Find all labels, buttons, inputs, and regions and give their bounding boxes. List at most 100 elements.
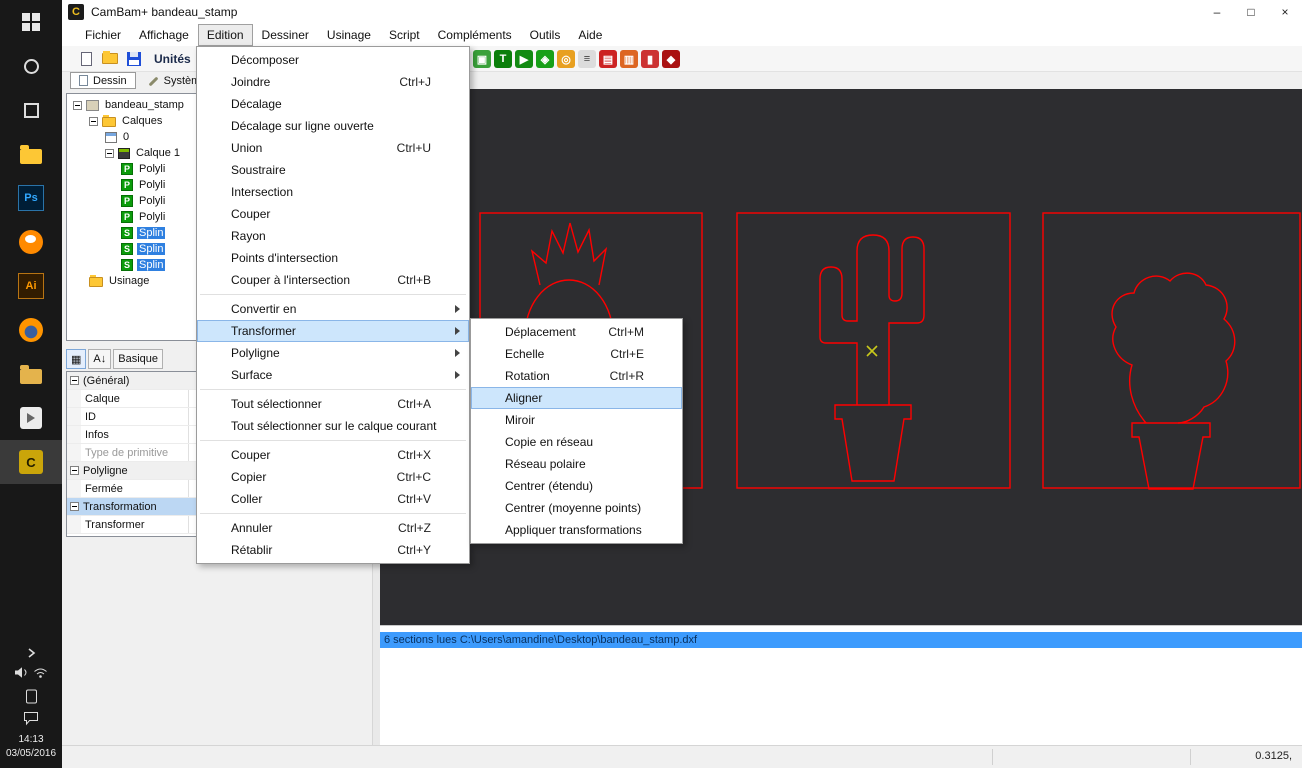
menu-item-d-placement[interactable]: DéplacementCtrl+M [471, 321, 682, 343]
collapse-expander-icon[interactable] [105, 149, 114, 158]
menu-item-echelle[interactable]: EchelleCtrl+E [471, 343, 682, 365]
device-icon[interactable] [25, 689, 38, 704]
close-button[interactable]: × [1268, 0, 1302, 24]
menu-usinage[interactable]: Usinage [318, 24, 380, 46]
menu-item-union[interactable]: UnionCtrl+U [197, 137, 469, 159]
toolbar-icon-9[interactable]: ▮ [641, 50, 659, 68]
toolbar-icon-10[interactable]: ◆ [662, 50, 680, 68]
tree-item-label: Calque 1 [134, 147, 182, 159]
cambam-taskbar-icon[interactable]: C [0, 440, 62, 484]
menu-item-transformer[interactable]: Transformer [197, 320, 469, 342]
toolbar-icon-1[interactable]: ▣ [473, 50, 491, 68]
menu-item-polyligne[interactable]: Polyligne [197, 342, 469, 364]
volume-icon[interactable] [14, 666, 29, 682]
menu-item-joindre[interactable]: JoindreCtrl+J [197, 71, 469, 93]
menu-item-copier[interactable]: CopierCtrl+C [197, 466, 469, 488]
categorized-view-button[interactable]: ▦ [66, 349, 86, 369]
document-icon [86, 100, 99, 111]
menu-item-r-tablir[interactable]: RétablirCtrl+Y [197, 539, 469, 561]
cactus-pot-outline[interactable] [835, 405, 911, 481]
menu-aide[interactable]: Aide [569, 24, 611, 46]
toolbar-icon-2[interactable]: T [494, 50, 512, 68]
menu-item-miroir[interactable]: Miroir [471, 409, 682, 431]
menu-item-d-calage-sur-ligne-ouverte[interactable]: Décalage sur ligne ouverte [197, 115, 469, 137]
prickly-pear-pot-outline[interactable] [1132, 423, 1210, 489]
unites-label[interactable]: Unités [154, 52, 191, 66]
menu-item-couper[interactable]: Couper [197, 203, 469, 225]
menu-item-couper[interactable]: CouperCtrl+X [197, 444, 469, 466]
toolbar-icon-6[interactable]: ≡ [578, 50, 596, 68]
blender-icon[interactable] [0, 220, 62, 264]
toolbar-icon-4[interactable]: ◈ [536, 50, 554, 68]
cactus-outline[interactable] [820, 235, 924, 405]
file-explorer-icon[interactable] [0, 132, 62, 176]
menu-item-aligner[interactable]: Aligner [471, 387, 682, 409]
menu-item-convertir-en[interactable]: Convertir en [197, 298, 469, 320]
minimize-button[interactable]: – [1200, 0, 1234, 24]
windows-taskbar: Ps Ai C 14:13 03/05/2016 [0, 0, 62, 768]
media-app-icon[interactable] [0, 396, 62, 440]
menu-item-tout-s-lectionner[interactable]: Tout sélectionnerCtrl+A [197, 393, 469, 415]
pineapple-crown-outline[interactable] [532, 223, 606, 285]
menu-shortcut: Ctrl+C [371, 470, 459, 484]
menu-item-points-d-intersection[interactable]: Points d'intersection [197, 247, 469, 269]
menu-item-soustraire[interactable]: Soustraire [197, 159, 469, 181]
menu-item-intersection[interactable]: Intersection [197, 181, 469, 203]
menu-item-couper-l-intersection[interactable]: Couper à l'intersectionCtrl+B [197, 269, 469, 291]
firefox-icon[interactable] [0, 308, 62, 352]
task-view-icon[interactable] [0, 88, 62, 132]
menu-item-d-calage[interactable]: Décalage [197, 93, 469, 115]
menu-script[interactable]: Script [380, 24, 429, 46]
menu-fichier[interactable]: Fichier [76, 24, 130, 46]
collapse-expander-icon[interactable] [70, 466, 79, 475]
menu-item-surface[interactable]: Surface [197, 364, 469, 386]
menu-item-coller[interactable]: CollerCtrl+V [197, 488, 469, 510]
menu-dessiner[interactable]: Dessiner [253, 24, 318, 46]
toolbar-icon-3[interactable]: ▶ [515, 50, 533, 68]
collapse-expander-icon[interactable] [73, 101, 82, 110]
prickly-pear-outline[interactable] [1112, 273, 1235, 423]
view-mode-button[interactable]: Basique [113, 349, 163, 369]
illustrator-icon[interactable]: Ai [0, 264, 62, 308]
menu-item-r-seau-polaire[interactable]: Réseau polaire [471, 453, 682, 475]
expand-tray-icon[interactable] [26, 647, 36, 659]
menu-affichage[interactable]: Affichage [130, 24, 198, 46]
network-icon[interactable] [33, 667, 48, 682]
collapse-expander-icon[interactable] [70, 376, 79, 385]
collapse-expander-icon[interactable] [89, 117, 98, 126]
toolbar-icon-5[interactable]: ◎ [557, 50, 575, 68]
tab-dessin[interactable]: Dessin [70, 72, 136, 89]
maximize-button[interactable]: □ [1234, 0, 1268, 24]
start-icon[interactable] [0, 0, 62, 44]
menu-item-rayon[interactable]: Rayon [197, 225, 469, 247]
menu-item-label: Rotation [505, 369, 550, 383]
open-file-button[interactable] [98, 48, 122, 70]
log-message[interactable]: 6 sections lues C:\Users\amandine\Deskto… [380, 632, 1302, 648]
menu-outils[interactable]: Outils [521, 24, 570, 46]
menu-compl-ments[interactable]: Compléments [429, 24, 521, 46]
menu-item-d-composer[interactable]: Décomposer [197, 49, 469, 71]
statusbar-divider [1190, 749, 1191, 765]
taskbar-clock[interactable]: 14:13 03/05/2016 [6, 733, 56, 760]
save-button[interactable] [122, 48, 146, 70]
cortana-icon[interactable] [0, 44, 62, 88]
toolbar-icon-7[interactable]: ▤ [599, 50, 617, 68]
stock-rectangle-3[interactable] [1043, 213, 1300, 488]
new-file-button[interactable] [74, 48, 98, 70]
menu-item-appliquer-transformations[interactable]: Appliquer transformations [471, 519, 682, 541]
menu-edition[interactable]: Edition [198, 24, 253, 46]
menu-item-copie-en-r-seau[interactable]: Copie en réseau [471, 431, 682, 453]
folder-2-icon [20, 369, 42, 384]
chat-icon[interactable] [23, 711, 39, 726]
menu-item-label: Couper [231, 448, 270, 462]
menu-item-annuler[interactable]: AnnulerCtrl+Z [197, 517, 469, 539]
menu-item-centrer-tendu[interactable]: Centrer (étendu) [471, 475, 682, 497]
menu-item-centrer-moyenne-points[interactable]: Centrer (moyenne points) [471, 497, 682, 519]
menu-item-rotation[interactable]: RotationCtrl+R [471, 365, 682, 387]
folder-2-icon[interactable] [0, 352, 62, 396]
collapse-expander-icon[interactable] [70, 502, 79, 511]
toolbar-icon-8[interactable]: ▥ [620, 50, 638, 68]
menu-item-tout-s-lectionner-sur-le-calque-courant[interactable]: Tout sélectionner sur le calque courant [197, 415, 469, 437]
alphabetical-view-button[interactable]: A↓ [88, 349, 111, 369]
photoshop-icon[interactable]: Ps [0, 176, 62, 220]
